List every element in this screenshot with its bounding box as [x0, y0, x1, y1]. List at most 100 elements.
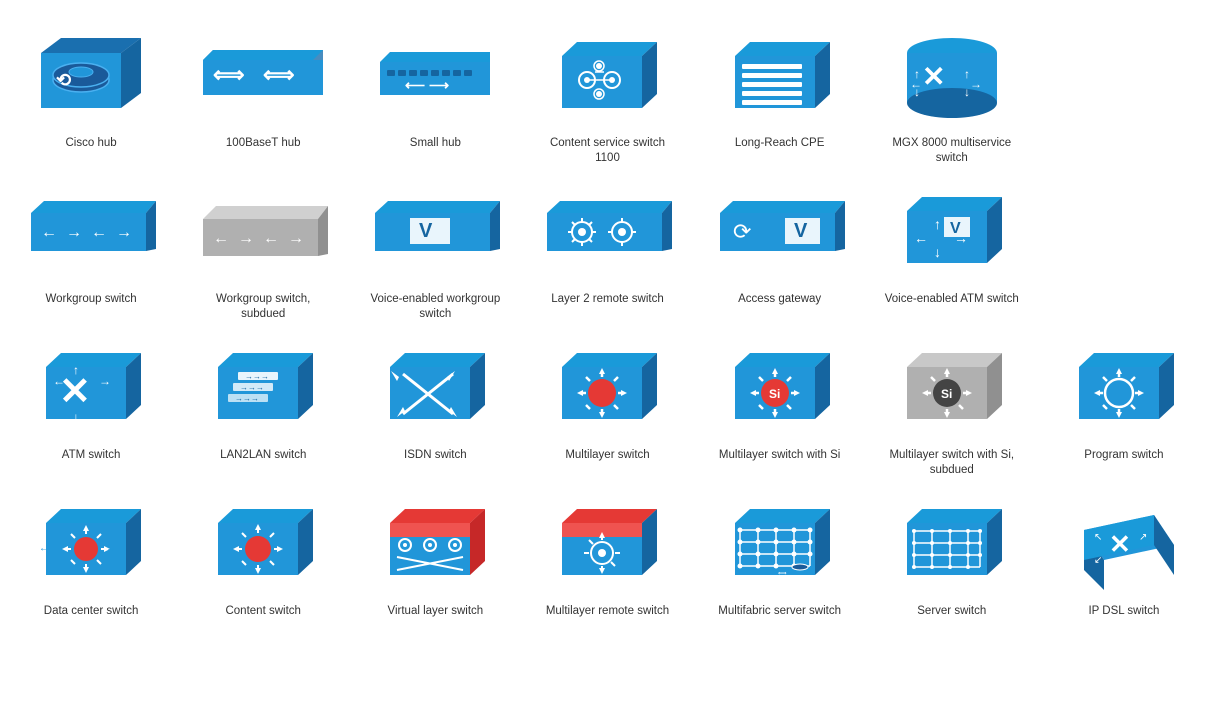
- item-lan2lan-switch[interactable]: →→→ →→→ →→→ LAN2LAN switch: [182, 332, 344, 478]
- label-server-switch: Server switch: [917, 604, 986, 619]
- item-multifabric-server-switch[interactable]: ⟺ Multifabric server switch: [699, 488, 861, 619]
- item-program-switch[interactable]: Program switch: [1043, 332, 1205, 478]
- svg-text:→: →: [238, 230, 254, 247]
- label-lan2lan-switch: LAN2LAN switch: [220, 448, 306, 463]
- label-cisco-hub: Cisco hub: [66, 136, 117, 151]
- label-access-gateway: Access gateway: [738, 292, 821, 307]
- item-multilayer-switch-si[interactable]: Si Multilayer switch with Si: [699, 332, 861, 478]
- icon-mgx-8000: ✕ ↑ ↓ ↑ ↓ ← →: [882, 20, 1022, 130]
- label-voice-enabled-atm-switch: Voice-enabled ATM switch: [885, 292, 1019, 307]
- label-content-service-switch-1100: Content service switch 1100: [537, 136, 677, 166]
- item-isdn-switch[interactable]: ISDN switch: [354, 332, 516, 478]
- icon-ip-dsl-switch: ✕ ↖ ↗ ↙ ↘: [1054, 488, 1194, 598]
- svg-text:V: V: [794, 220, 808, 242]
- icon-small-hub: ⟵ ⟶: [365, 20, 505, 130]
- item-small-hub[interactable]: ⟵ ⟶ Small hub: [354, 20, 516, 166]
- svg-text:⟵ ⟶: ⟵ ⟶: [405, 77, 449, 93]
- svg-text:↘: ↘: [1139, 555, 1147, 566]
- icon-100baset-hub: ⟺ ⟺: [193, 20, 333, 130]
- icon-content-switch: [193, 488, 333, 598]
- svg-text:⟲: ⟲: [56, 70, 71, 90]
- svg-text:⟺: ⟺: [263, 62, 295, 87]
- icon-multilayer-remote-switch: [537, 488, 677, 598]
- item-workgroup-switch-subdued[interactable]: ← → ← → Workgroup switch, subdued: [182, 176, 344, 322]
- item-ip-dsl-switch[interactable]: ✕ ↖ ↗ ↙ ↘ IP DSL switch: [1043, 488, 1205, 619]
- svg-text:↓: ↓: [73, 410, 79, 424]
- item-long-reach-cpe[interactable]: Long-Reach CPE: [699, 20, 861, 166]
- svg-text:←: ←: [41, 224, 57, 241]
- svg-text:V: V: [950, 220, 961, 237]
- label-multilayer-switch-si: Multilayer switch with Si: [719, 448, 840, 463]
- icon-lan2lan-switch: →→→ →→→ →→→: [193, 332, 333, 442]
- label-small-hub: Small hub: [410, 136, 461, 151]
- svg-text:←: ←: [39, 543, 49, 554]
- item-atm-switch[interactable]: ✕ ← → ↑ ↓ ATM switch: [10, 332, 172, 478]
- label-multilayer-switch: Multilayer switch: [565, 448, 649, 463]
- item-multilayer-switch-si-subdued[interactable]: Si Multilayer switch with Si, subdued: [871, 332, 1033, 478]
- icon-workgroup-switch: ← → ← →: [21, 176, 161, 286]
- label-ip-dsl-switch: IP DSL switch: [1088, 604, 1159, 619]
- label-long-reach-cpe: Long-Reach CPE: [735, 136, 825, 151]
- svg-text:←: ←: [914, 230, 928, 246]
- label-workgroup-switch: Workgroup switch: [45, 292, 136, 307]
- svg-text:→→→: →→→: [235, 394, 259, 403]
- item-multilayer-remote-switch[interactable]: Multilayer remote switch: [526, 488, 688, 619]
- label-multilayer-switch-si-subdued: Multilayer switch with Si, subdued: [882, 448, 1022, 478]
- icon-voice-enabled-atm-switch: ↑ ↓ ← → V: [882, 176, 1022, 286]
- label-atm-switch: ATM switch: [62, 448, 121, 463]
- svg-text:←: ←: [53, 374, 65, 388]
- item-virtual-layer-switch[interactable]: Virtual layer switch: [354, 488, 516, 619]
- svg-text:→: →: [116, 224, 132, 241]
- item-data-center-switch[interactable]: ← → Data center switch: [10, 488, 172, 619]
- icon-voice-enabled-workgroup-switch: V: [365, 176, 505, 286]
- svg-text:→→→: →→→: [240, 383, 264, 392]
- icon-long-reach-cpe: [710, 20, 850, 130]
- item-access-gateway[interactable]: ⟳ V Access gateway: [699, 176, 861, 322]
- svg-text:⟺: ⟺: [778, 571, 787, 577]
- icon-multifabric-server-switch: ⟺: [710, 488, 850, 598]
- label-content-switch: Content switch: [225, 604, 300, 619]
- label-program-switch: Program switch: [1084, 448, 1163, 463]
- label-voice-enabled-workgroup-switch: Voice-enabled workgroup switch: [365, 292, 505, 322]
- icon-atm-switch: ✕ ← → ↑ ↓: [21, 332, 161, 442]
- label-virtual-layer-switch: Virtual layer switch: [388, 604, 484, 619]
- icon-isdn-switch: [365, 332, 505, 442]
- svg-text:↗: ↗: [1139, 532, 1147, 543]
- label-multifabric-server-switch: Multifabric server switch: [718, 604, 841, 619]
- svg-text:✕: ✕: [1109, 529, 1131, 559]
- item-content-switch[interactable]: Content switch: [182, 488, 344, 619]
- icon-access-gateway: ⟳ V: [710, 176, 850, 286]
- svg-text:↑: ↑: [934, 216, 941, 232]
- icon-multilayer-switch-si: Si: [710, 332, 850, 442]
- svg-text:↑: ↑: [73, 363, 79, 377]
- item-content-service-switch-1100[interactable]: Content service switch 1100: [526, 20, 688, 166]
- item-cisco-hub[interactable]: ⟲ Cisco hub: [10, 20, 172, 166]
- icon-virtual-layer-switch: [365, 488, 505, 598]
- svg-text:→→→: →→→: [245, 372, 269, 381]
- svg-text:→: →: [106, 543, 116, 554]
- icon-cisco-hub: ⟲: [21, 20, 161, 130]
- svg-text:V: V: [419, 220, 433, 242]
- item-voice-enabled-atm-switch[interactable]: ↑ ↓ ← → V Voice-enabled ATM switch: [871, 176, 1033, 322]
- icon-multilayer-switch-si-subdued: Si: [882, 332, 1022, 442]
- svg-text:Si: Si: [941, 387, 952, 401]
- icon-program-switch: [1054, 332, 1194, 442]
- item-server-switch[interactable]: Server switch: [871, 488, 1033, 619]
- svg-text:⟳: ⟳: [733, 219, 751, 244]
- svg-text:←: ←: [91, 224, 107, 241]
- item-multilayer-switch[interactable]: Multilayer switch: [526, 332, 688, 478]
- item-voice-enabled-workgroup-switch[interactable]: V Voice-enabled workgroup switch: [354, 176, 516, 322]
- icon-multilayer-switch: [537, 332, 677, 442]
- item-mgx-8000[interactable]: ✕ ↑ ↓ ↑ ↓ ← → MGX 8000 multiservice swit…: [871, 20, 1033, 166]
- svg-text:↓: ↓: [934, 244, 941, 260]
- item-100baset-hub[interactable]: ⟺ ⟺ 100BaseT hub: [182, 20, 344, 166]
- svg-text:→: →: [970, 77, 982, 91]
- item-layer2-remote-switch[interactable]: Layer 2 remote switch: [526, 176, 688, 322]
- svg-text:↙: ↙: [1094, 555, 1102, 566]
- svg-text:✕: ✕: [922, 61, 945, 92]
- svg-text:Si: Si: [769, 387, 780, 401]
- svg-text:↖: ↖: [1094, 532, 1102, 543]
- label-100baset-hub: 100BaseT hub: [226, 136, 301, 151]
- item-workgroup-switch[interactable]: ← → ← → Workgroup switch: [10, 176, 172, 322]
- label-layer2-remote-switch: Layer 2 remote switch: [551, 292, 664, 307]
